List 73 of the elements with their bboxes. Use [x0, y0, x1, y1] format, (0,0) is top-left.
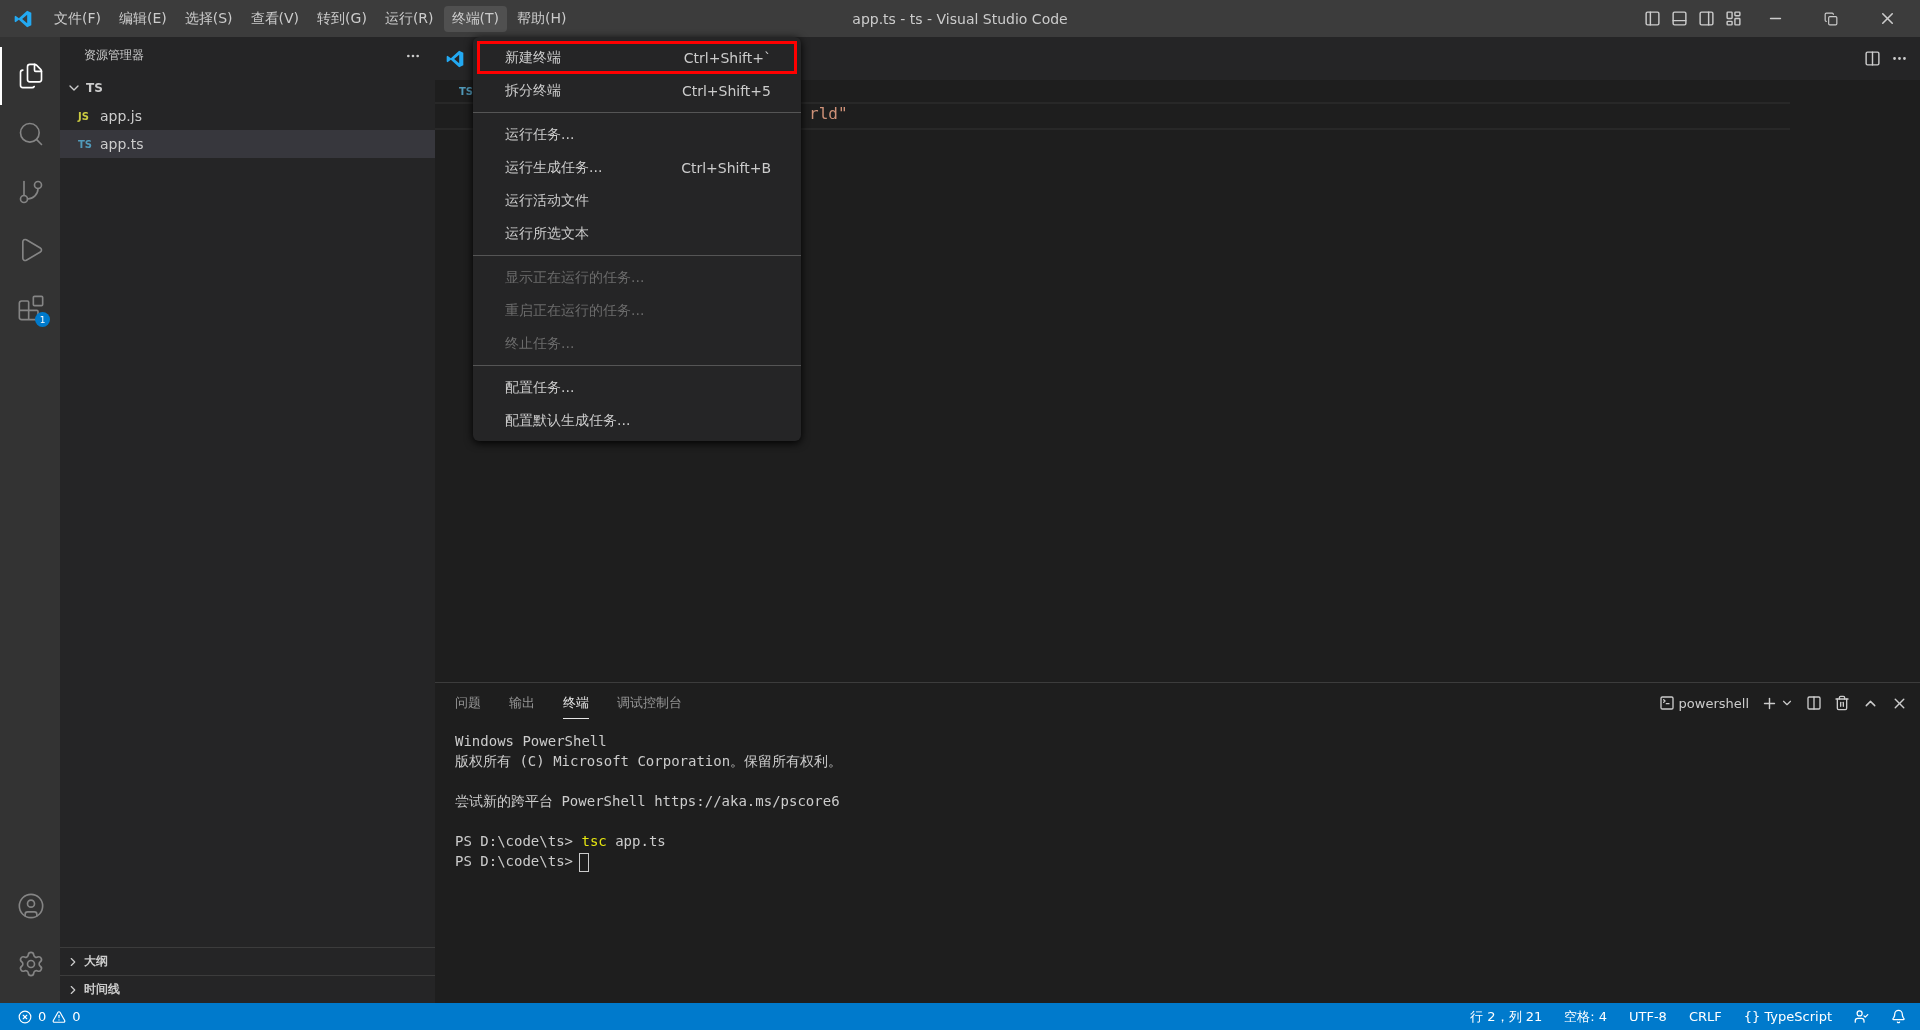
terminal-argument: app.ts	[615, 833, 666, 849]
error-icon[interactable]	[18, 1009, 32, 1024]
code-text: rld"	[809, 104, 848, 123]
terminal-command: tsc	[581, 833, 607, 849]
split-editor-icon[interactable]	[1864, 50, 1881, 67]
panel-tab[interactable]: 终端	[563, 687, 589, 719]
warning-count[interactable]: 0	[72, 1009, 81, 1024]
files-icon[interactable]	[17, 62, 45, 90]
file-type-icon: JS	[78, 110, 96, 122]
menu-item[interactable]: 运行所选文本	[477, 217, 797, 250]
section-title: 大纲	[84, 953, 108, 970]
section-title: 时间线	[84, 981, 120, 998]
panel-tab[interactable]: 调试控制台	[617, 687, 682, 719]
tab-logo-icon	[445, 48, 465, 69]
restore-icon[interactable]	[1824, 11, 1838, 26]
settings-icon[interactable]	[17, 950, 45, 978]
status-item[interactable]: 空格: 4	[1564, 1007, 1607, 1026]
terminal-prompt: PS D:\code\ts>	[455, 833, 573, 849]
error-count[interactable]: 0	[38, 1009, 47, 1024]
folder-row[interactable]: TS	[60, 74, 435, 102]
folder-name: TS	[86, 81, 103, 95]
person-check-icon[interactable]	[1854, 1009, 1869, 1024]
file-name: app.ts	[100, 136, 144, 152]
status-item[interactable]: UTF-8	[1629, 1009, 1667, 1024]
menu-item[interactable]: 运行任务...	[477, 118, 797, 151]
terminal-line: Windows PowerShell	[455, 733, 607, 749]
toggle-panel-icon[interactable]	[1671, 10, 1688, 27]
toggle-sidebar-icon[interactable]	[1644, 10, 1661, 27]
menu-bar-item[interactable]: 查看(V)	[242, 5, 308, 32]
menu-bar-item[interactable]: 文件(F)	[46, 5, 109, 32]
file-type-icon: TS	[459, 85, 474, 97]
account-icon[interactable]	[17, 892, 45, 920]
file-name: app.js	[100, 108, 142, 124]
panel-tab[interactable]: 问题	[455, 687, 481, 719]
menu-item[interactable]: 新建终端 Ctrl+Shift+`	[477, 41, 797, 74]
menu-bar-item[interactable]: 帮助(H)	[509, 5, 575, 32]
notification-icon[interactable]	[1891, 1009, 1906, 1024]
menu-item[interactable]: 拆分终端 Ctrl+Shift+5	[477, 74, 797, 107]
menu-item[interactable]: 运行活动文件	[477, 184, 797, 217]
branch-icon[interactable]	[17, 178, 45, 206]
status-item[interactable]: CRLF	[1688, 1009, 1722, 1024]
sidebar-title: 资源管理器	[84, 47, 144, 64]
menu-item[interactable]: 配置默认生成任务...	[477, 404, 797, 437]
terminal-name[interactable]: powershell	[1678, 695, 1749, 711]
toggle-secondary-sidebar-icon[interactable]	[1698, 10, 1715, 27]
menu-item[interactable]: 配置任务...	[477, 371, 797, 404]
search-icon[interactable]	[17, 120, 45, 148]
terminal-prompt: PS D:\code\ts>	[455, 853, 573, 869]
split-terminal-icon[interactable]	[1806, 695, 1822, 711]
menu-bar-item[interactable]: 终端(T)	[443, 5, 507, 32]
terminal-line: 尝试新的跨平台 PowerShell https://aka.ms/pscore6	[455, 793, 840, 809]
menu-item[interactable]: 运行生成任务... Ctrl+Shift+B	[477, 151, 797, 184]
section-header[interactable]: 大纲	[60, 947, 435, 975]
blocks-icon[interactable]	[17, 294, 45, 322]
file-type-icon: TS	[78, 138, 96, 150]
menu-bar-item[interactable]: 选择(S)	[176, 5, 241, 32]
activity-bar-item[interactable]: 1	[0, 279, 60, 337]
menu-bar-item[interactable]: 运行(R)	[376, 5, 442, 32]
warning-icon[interactable]	[52, 1009, 67, 1024]
file-row[interactable]: TS app.ts	[60, 130, 435, 158]
file-row[interactable]: JS app.js	[60, 102, 435, 130]
trash-icon[interactable]	[1834, 695, 1850, 711]
panel-tab[interactable]: 输出	[509, 687, 535, 719]
terminal-icon	[1658, 695, 1675, 711]
status-item[interactable]: 行 2，列 21	[1470, 1007, 1543, 1026]
layout-icon[interactable]	[1725, 10, 1742, 27]
count-badge: 1	[35, 312, 50, 327]
menu-bar-item[interactable]: 转到(G)	[309, 5, 375, 32]
app-logo-icon	[13, 8, 33, 29]
status-item[interactable]: {} TypeScript	[1743, 1009, 1832, 1024]
window-title: app.ts - ts - Visual Studio Code	[852, 10, 1068, 27]
terminal-line: 版权所有 (C) Microsoft Corporation。保留所有权利。	[455, 753, 843, 769]
menu-bar-item[interactable]: 编辑(E)	[111, 5, 175, 32]
